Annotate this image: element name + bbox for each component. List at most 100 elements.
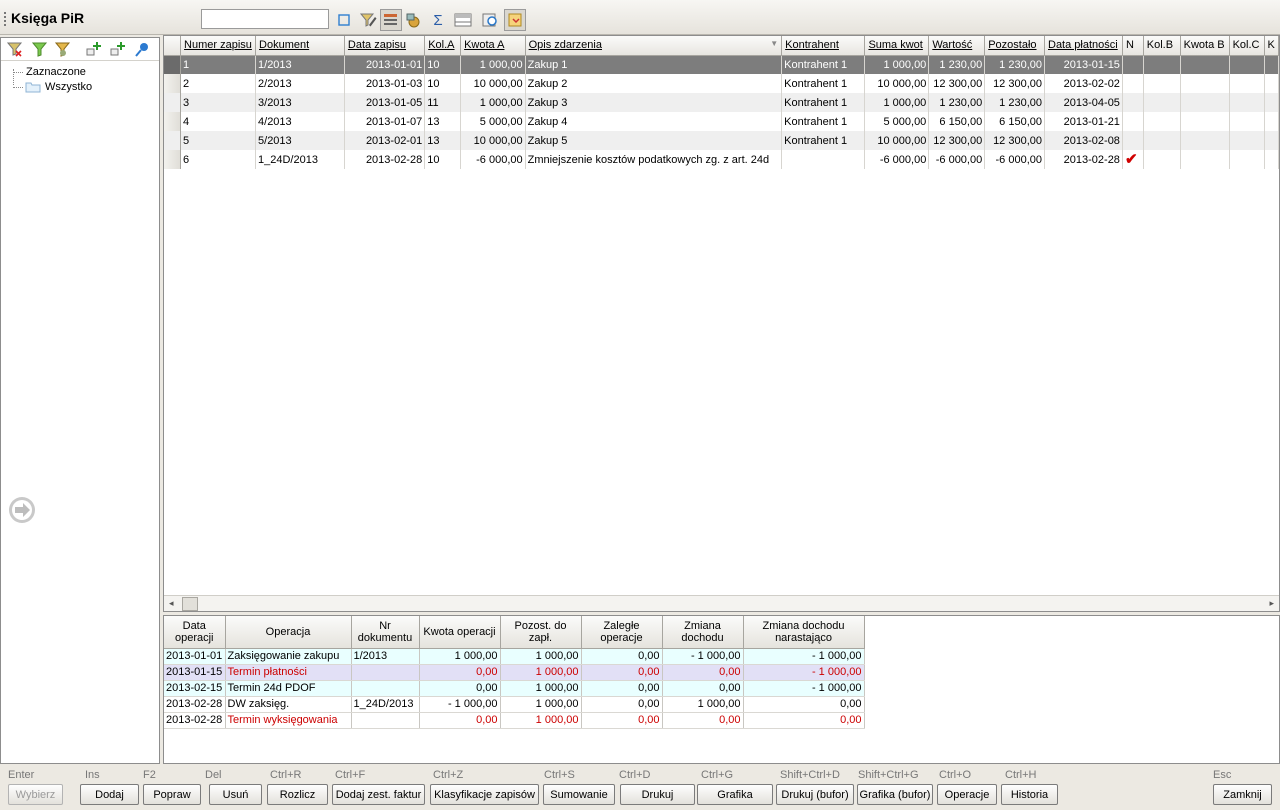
drukuj-bufor-button[interactable]: Drukuj (bufor)	[776, 784, 854, 805]
filter-list-icon[interactable]	[380, 9, 402, 31]
table-cell[interactable]	[1229, 112, 1265, 131]
table-cell[interactable]: 2013-01-05	[344, 93, 426, 112]
table-cell[interactable]	[1264, 112, 1279, 131]
ops-cell[interactable]: 0,00	[419, 712, 501, 729]
table-row[interactable]: 5 5/2013 2013-02-01 13 10 000,00 Zakup 5 Kontr…	[164, 131, 1279, 150]
lock-icon[interactable]	[402, 9, 424, 31]
table-cell[interactable]	[1180, 74, 1230, 93]
ops-cell[interactable]: 0,00	[581, 712, 663, 729]
table-row[interactable]: 1 1/2013 2013-01-01 10 1 000,00 Zakup 1 Kontra…	[164, 55, 1279, 74]
scroll-left-icon[interactable]: ◂	[169, 598, 174, 609]
ops-cell[interactable]: 2013-02-28	[164, 712, 226, 729]
ops-cell[interactable]: - 1 000,00	[743, 664, 865, 681]
search-input[interactable]	[201, 9, 329, 29]
ops-cell[interactable]	[351, 680, 420, 697]
sigma-icon[interactable]: Σ	[427, 9, 449, 31]
ops-cell[interactable]: 2013-01-01	[164, 648, 226, 665]
table-row[interactable]: 6 1_24D/2013 2013-02-28 10 -6 000,00 Zmniejsz…	[164, 150, 1279, 169]
row-indicator[interactable]	[164, 150, 182, 169]
table-cell[interactable]: 1	[180, 55, 257, 74]
scroll-right-icon[interactable]: ▸	[1269, 598, 1274, 609]
ops-cell[interactable]: 0,00	[581, 696, 663, 713]
ops-cell[interactable]: - 1 000,00	[419, 696, 501, 713]
zamknij-button[interactable]: Zamknij	[1213, 784, 1272, 805]
ops-cell[interactable]	[351, 712, 420, 729]
row-indicator[interactable]	[164, 93, 182, 112]
column-header[interactable]: K	[1264, 36, 1279, 56]
operacje-button[interactable]: Operacje	[937, 784, 997, 805]
table-cell[interactable]: Kontrahent 1	[781, 112, 866, 131]
table-cell[interactable]	[1143, 55, 1181, 74]
ops-cell[interactable]: 0,00	[662, 712, 744, 729]
ops-column-header[interactable]: Zaległe operacje	[581, 616, 663, 649]
table-cell[interactable]: 11	[424, 93, 462, 112]
table-cell[interactable]: 1 000,00	[864, 55, 930, 74]
grafika-bufor-button[interactable]: Grafika (bufor)	[857, 784, 933, 805]
table-cell[interactable]: 13	[424, 112, 462, 131]
table-cell[interactable]: 5 000,00	[460, 112, 526, 131]
toolbar-grip[interactable]	[4, 12, 6, 26]
table-cell[interactable]: 2013-02-28	[1044, 150, 1123, 169]
table-cell[interactable]: 1 000,00	[460, 55, 526, 74]
table-cell[interactable]: 2013-02-28	[344, 150, 426, 169]
dodaj-zest-faktur-button[interactable]: Dodaj zest. faktur	[332, 784, 425, 805]
table-cell[interactable]: 10 000,00	[460, 131, 526, 150]
row-indicator[interactable]	[164, 131, 182, 150]
table-cell[interactable]: Zakup 3	[525, 93, 783, 112]
ops-cell[interactable]: 1 000,00	[662, 696, 744, 713]
ops-cell[interactable]: 0,00	[743, 712, 865, 729]
table-cell[interactable]: Kontrahent 1	[781, 55, 866, 74]
table-cell[interactable]: 10 000,00	[864, 74, 930, 93]
ops-cell[interactable]: 0,00	[662, 664, 744, 681]
table-cell[interactable]	[1229, 150, 1265, 169]
filter-pencil-icon[interactable]	[357, 9, 379, 31]
ops-cell[interactable]: 0,00	[581, 664, 663, 681]
table-cell[interactable]	[1180, 150, 1230, 169]
table-cell[interactable]: -6 000,00	[984, 150, 1045, 169]
ops-cell[interactable]: 2013-02-15	[164, 680, 226, 697]
ops-column-header[interactable]: Nr dokumentu	[351, 616, 420, 649]
table-cell[interactable]: 4	[180, 112, 257, 131]
historia-button[interactable]: Historia	[1001, 784, 1058, 805]
add-subnode-icon[interactable]	[110, 41, 126, 57]
table-cell[interactable]	[1143, 150, 1181, 169]
table-cell[interactable]	[1143, 93, 1181, 112]
ops-column-header[interactable]: Pozost. do zapł.	[500, 616, 582, 649]
ops-cell[interactable]: - 1 000,00	[743, 680, 865, 697]
table-cell[interactable]	[1122, 55, 1144, 74]
ops-row[interactable]: 2013-02-15 Termin 24d PDOF 0,00 1 000,00 0,0…	[164, 680, 865, 697]
table-cell[interactable]	[1229, 55, 1265, 74]
table-cell[interactable]	[1122, 74, 1144, 93]
table-cell[interactable]: 6 150,00	[984, 112, 1045, 131]
table-cell[interactable]: 1 230,00	[984, 93, 1045, 112]
table-cell[interactable]: 1 000,00	[864, 93, 930, 112]
square-icon[interactable]	[333, 9, 355, 31]
column-header[interactable]: Wartość	[928, 36, 986, 56]
row-indicator[interactable]	[164, 112, 182, 131]
klasyfikacje-zapisów-button[interactable]: Klasyfikacje zapisów	[430, 784, 539, 805]
table-cell[interactable]: 5	[180, 131, 257, 150]
ops-cell[interactable]: Termin 24d PDOF	[225, 680, 352, 697]
pin-icon[interactable]	[134, 41, 150, 57]
column-header[interactable]: Suma kwot	[864, 36, 930, 56]
table-cell[interactable]: 1_24D/2013	[255, 150, 345, 169]
table-cell[interactable]: 10 000,00	[460, 74, 526, 93]
table-cell[interactable]: 1/2013	[255, 55, 345, 74]
table-cell[interactable]: Kontrahent 1	[781, 93, 866, 112]
column-header[interactable]: Opis zdarzenia ▼	[525, 36, 783, 56]
table-cell[interactable]	[1180, 55, 1230, 74]
ops-cell[interactable]: - 1 000,00	[743, 648, 865, 665]
column-header[interactable]: Kontrahent	[781, 36, 866, 56]
ops-cell[interactable]: 1/2013	[351, 648, 420, 665]
table-cell[interactable]: 6	[180, 150, 257, 169]
ops-column-header[interactable]: Zmiana dochodu narastająco	[743, 616, 865, 649]
table-cell[interactable]: 2013-02-08	[1044, 131, 1123, 150]
table-cell[interactable]: 2	[180, 74, 257, 93]
ops-cell[interactable]: 2013-02-28	[164, 696, 226, 713]
table-cell[interactable]: 1 000,00	[460, 93, 526, 112]
ops-column-header[interactable]: Zmiana dochodu	[662, 616, 744, 649]
column-header[interactable]: Data zapisu	[344, 36, 426, 56]
column-header[interactable]: Pozostało	[984, 36, 1045, 56]
folder-action-icon[interactable]	[504, 9, 526, 31]
table-cell[interactable]	[1180, 131, 1230, 150]
